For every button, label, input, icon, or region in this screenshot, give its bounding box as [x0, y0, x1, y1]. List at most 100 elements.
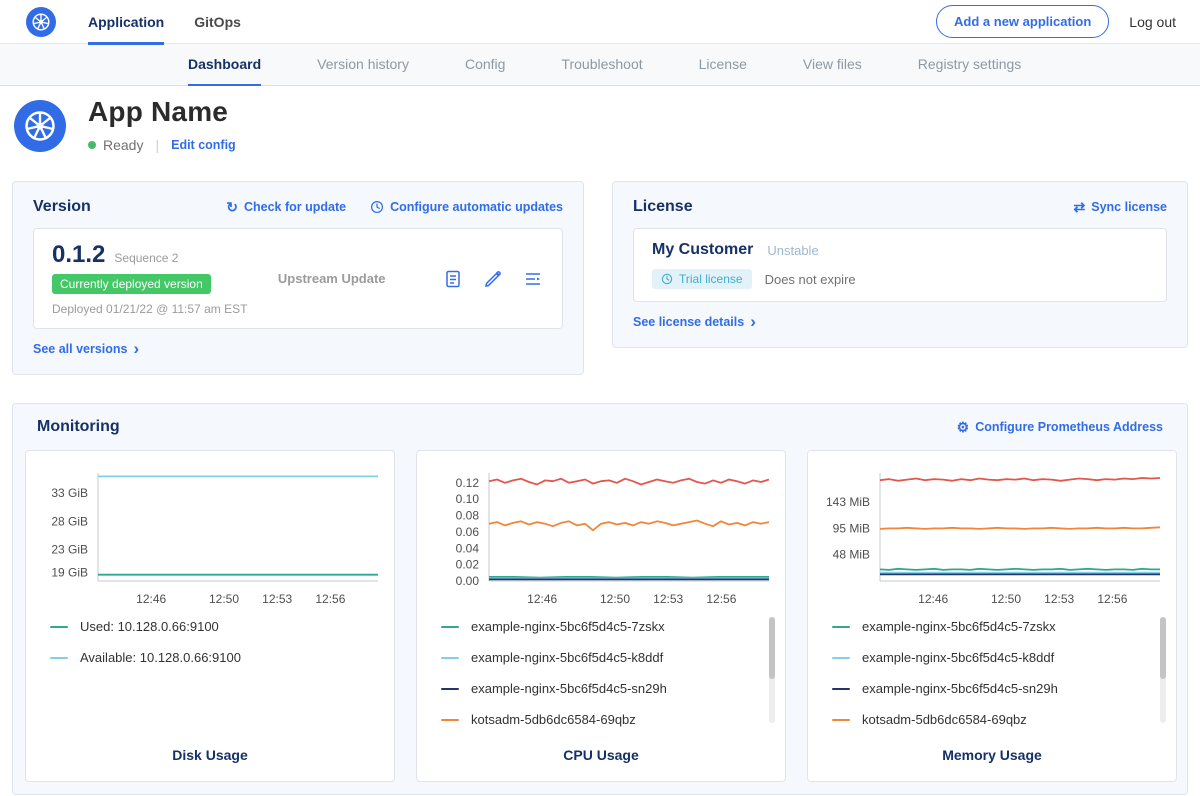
svg-text:0.12: 0.12 — [456, 476, 480, 490]
svg-text:12:50: 12:50 — [600, 592, 630, 606]
deploy-logs-icon[interactable] — [522, 268, 544, 290]
monitoring-section: Monitoring ⚙ Configure Prometheus Addres… — [12, 403, 1188, 795]
disk-usage-chart: 33 GiB28 GiB23 GiB19 GiB12:4612:5012:531… — [26, 461, 394, 609]
svg-text:12:53: 12:53 — [262, 592, 292, 606]
chart-title: Disk Usage — [26, 735, 394, 781]
legend-scrollbar-thumb[interactable] — [769, 617, 775, 679]
chart-title: Memory Usage — [808, 735, 1176, 781]
svg-text:12:46: 12:46 — [527, 592, 557, 606]
check-for-update-link[interactable]: ↻ Check for update — [226, 200, 346, 214]
current-version-box: 0.1.2 Sequence 2 Currently deployed vers… — [33, 228, 563, 329]
legend-color-dash — [441, 657, 459, 659]
monitoring-title: Monitoring — [37, 418, 120, 436]
app-kubernetes-icon — [14, 100, 66, 152]
divider: | — [155, 137, 159, 153]
release-notes-icon[interactable] — [442, 268, 464, 290]
refresh-icon: ↻ — [226, 200, 238, 214]
legend-item: example-nginx-5bc6f5d4c5-k8ddf — [832, 650, 1152, 665]
memory-usage-chart: 143 MiB95 MiB48 MiB12:4612:5012:5312:56 — [808, 461, 1176, 609]
svg-text:143 MiB: 143 MiB — [826, 495, 870, 509]
gear-icon: ⚙ — [957, 420, 970, 434]
chart-legend: example-nginx-5bc6f5d4c5-7zskx example-ng… — [417, 609, 785, 735]
top-navbar: Application GitOps Add a new application… — [0, 0, 1200, 44]
svg-text:0.00: 0.00 — [456, 574, 480, 588]
legend-scrollbar-thumb[interactable] — [1160, 617, 1166, 679]
legend-label: example-nginx-5bc6f5d4c5-k8ddf — [862, 650, 1054, 665]
legend-label: example-nginx-5bc6f5d4c5-sn29h — [471, 681, 667, 696]
tab-view-files[interactable]: View files — [803, 44, 862, 85]
preflight-checks-icon[interactable] — [482, 268, 504, 290]
tab-version-history[interactable]: Version history — [317, 44, 409, 85]
configure-prometheus-link[interactable]: ⚙ Configure Prometheus Address — [957, 420, 1163, 434]
legend-label: Used: 10.128.0.66:9100 — [80, 619, 219, 634]
svg-text:23 GiB: 23 GiB — [51, 543, 88, 557]
add-application-button[interactable]: Add a new application — [936, 5, 1109, 38]
sync-license-label: Sync license — [1091, 200, 1167, 214]
legend-color-dash — [832, 657, 850, 659]
customer-name: My Customer — [652, 241, 753, 259]
chart-legend: example-nginx-5bc6f5d4c5-7zskx example-ng… — [808, 609, 1176, 735]
svg-text:48 MiB: 48 MiB — [833, 547, 870, 561]
tab-application[interactable]: Application — [88, 0, 164, 44]
chart-legend: Used: 10.128.0.66:9100 Available: 10.128.… — [26, 609, 394, 735]
summary-cards-row: Version ↻ Check for update Configure aut… — [12, 181, 1188, 375]
tab-gitops[interactable]: GitOps — [194, 0, 241, 44]
see-license-details-link[interactable]: See license details › — [633, 315, 756, 329]
legend-item: example-nginx-5bc6f5d4c5-7zskx — [441, 619, 761, 634]
sync-license-link[interactable]: ⇄ Sync license — [1074, 200, 1167, 214]
app-subnav: Dashboard Version history Config Trouble… — [0, 44, 1200, 86]
see-all-versions-link[interactable]: See all versions › — [33, 342, 139, 356]
legend-label: example-nginx-5bc6f5d4c5-sn29h — [862, 681, 1058, 696]
kubernetes-logo[interactable] — [26, 7, 56, 37]
edit-config-link[interactable]: Edit config — [171, 138, 236, 152]
tab-gitops-label: GitOps — [194, 14, 241, 30]
svg-text:12:53: 12:53 — [1044, 592, 1074, 606]
sync-arrows-icon: ⇄ — [1074, 200, 1086, 214]
legend-label: example-nginx-5bc6f5d4c5-7zskx — [862, 619, 1056, 634]
tab-registry-settings[interactable]: Registry settings — [918, 44, 1021, 85]
svg-text:19 GiB: 19 GiB — [51, 565, 88, 579]
svg-text:28 GiB: 28 GiB — [51, 514, 88, 528]
page-title: App Name — [88, 96, 236, 128]
trial-license-badge: Trial license — [652, 269, 752, 289]
tab-license[interactable]: License — [699, 44, 747, 85]
tab-troubleshoot[interactable]: Troubleshoot — [561, 44, 642, 85]
kubernetes-wheel-icon — [21, 107, 59, 145]
configure-prometheus-label: Configure Prometheus Address — [975, 420, 1163, 434]
configure-automatic-updates-link[interactable]: Configure automatic updates — [370, 200, 563, 214]
version-card-title: Version — [33, 198, 91, 216]
legend-color-dash — [50, 626, 68, 628]
svg-text:12:56: 12:56 — [706, 592, 736, 606]
svg-text:0.10: 0.10 — [456, 492, 480, 506]
svg-text:12:46: 12:46 — [136, 592, 166, 606]
logout-link[interactable]: Log out — [1129, 14, 1176, 30]
current-version-details: 0.1.2 Sequence 2 Currently deployed vers… — [52, 241, 247, 316]
legend-item: Available: 10.128.0.66:9100 — [50, 650, 370, 665]
legend-item: Used: 10.128.0.66:9100 — [50, 619, 370, 634]
svg-text:12:56: 12:56 — [1097, 592, 1127, 606]
memory-usage-chart-card: 143 MiB95 MiB48 MiB12:4612:5012:5312:56 … — [807, 450, 1177, 782]
legend-item: kotsadm-5db6dc6584-69qbz — [441, 712, 761, 727]
clock-arrow-icon — [370, 200, 384, 214]
upstream-update-label: Upstream Update — [278, 271, 386, 286]
tab-dashboard[interactable]: Dashboard — [188, 44, 261, 85]
svg-text:0.06: 0.06 — [456, 525, 480, 539]
license-card-title: License — [633, 198, 693, 216]
svg-text:12:50: 12:50 — [991, 592, 1021, 606]
tab-config[interactable]: Config — [465, 44, 505, 85]
legend-scrollbar[interactable] — [1160, 617, 1166, 723]
see-license-details-label: See license details — [633, 315, 744, 329]
legend-color-dash — [50, 657, 68, 659]
app-header: App Name Ready | Edit config — [0, 86, 1200, 169]
tab-application-label: Application — [88, 14, 164, 30]
svg-text:0.08: 0.08 — [456, 509, 480, 523]
legend-color-dash — [832, 626, 850, 628]
legend-item: example-nginx-5bc6f5d4c5-sn29h — [832, 681, 1152, 696]
legend-scrollbar[interactable] — [769, 617, 775, 723]
deployed-timestamp: Deployed 01/21/22 @ 11:57 am EST — [52, 302, 247, 316]
status-ready-dot — [88, 141, 96, 149]
svg-text:12:56: 12:56 — [315, 592, 345, 606]
legend-item: example-nginx-5bc6f5d4c5-sn29h — [441, 681, 761, 696]
license-card: License ⇄ Sync license My Customer Unsta… — [612, 181, 1188, 348]
svg-text:12:46: 12:46 — [918, 592, 948, 606]
